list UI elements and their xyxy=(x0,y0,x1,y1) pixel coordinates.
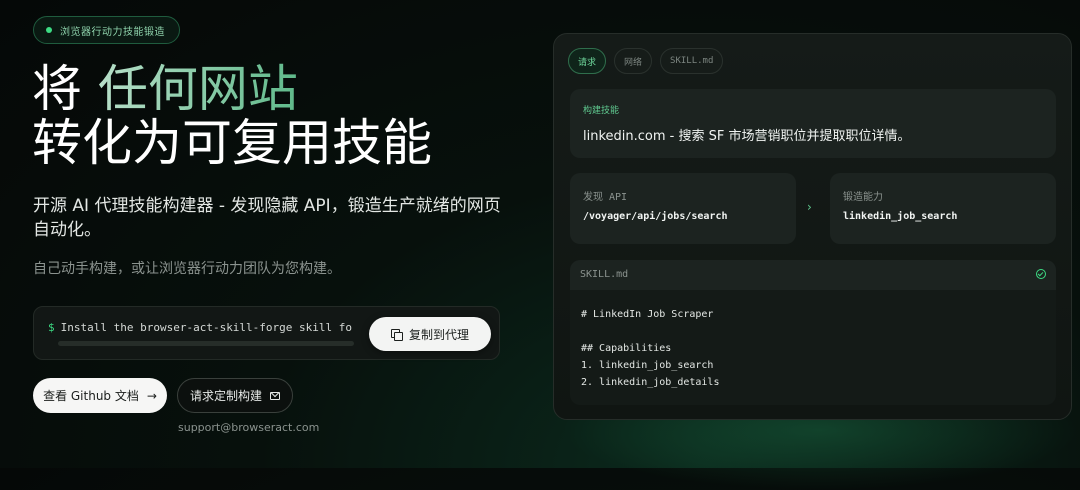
page-title: 将 任何网站 转化为可复用技能 xyxy=(32,62,432,170)
build-skill-value: linkedin.com - 搜索 SF 市场营销职位并提取职位详情。 xyxy=(583,129,911,144)
forge-capability-value: linkedin_job_search xyxy=(843,211,958,222)
discover-api-label: 发现 API xyxy=(583,192,628,203)
forge-capability-label: 锻造能力 xyxy=(843,192,883,203)
title-line-2: 转化为可复用技能 xyxy=(32,114,432,172)
tab-skill-md[interactable]: SKILL.md xyxy=(660,48,724,74)
hero-subtitle: 自己动手构建，或让浏览器行动力团队为您构建。 xyxy=(33,261,341,277)
title-word-1: 将 xyxy=(32,60,82,118)
skill-md-header: SKILL.md xyxy=(570,260,1056,290)
skill-line: # LinkedIn Job Scraper xyxy=(581,309,714,320)
build-skill-card: 构建技能 linkedin.com - 搜索 SF 市场营销职位并提取职位详情。 xyxy=(570,89,1056,158)
github-docs-button[interactable]: 查看 Github 文档 → xyxy=(33,378,167,413)
prompt-symbol: $ xyxy=(48,321,55,334)
skill-line: 2. linkedin_job_details xyxy=(581,377,720,388)
request-custom-build-button[interactable]: 请求定制构建 xyxy=(177,378,293,413)
check-circle-icon xyxy=(1036,269,1046,279)
mail-icon xyxy=(270,391,280,400)
skill-md-filename: SKILL.md xyxy=(580,269,629,280)
badge-text: 浏览器行动力技能锻造 xyxy=(60,26,165,38)
forge-capability-card: 锻造能力 linkedin_job_search xyxy=(830,173,1056,244)
hero-description: 开源 AI 代理技能构建器 - 发现隐藏 API，锻造生产就绪的网页自动化。 xyxy=(33,196,501,240)
copy-button-label: 复制到代理 xyxy=(408,327,469,342)
build-skill-label: 构建技能 xyxy=(583,106,620,116)
skill-line: ## Capabilities xyxy=(581,343,672,354)
copy-to-agent-button[interactable]: 复制到代理 xyxy=(369,317,491,351)
tab-request[interactable]: 请求 xyxy=(568,48,607,74)
install-command-box: $ Install the browser-act-skill-forge ski… xyxy=(33,306,500,360)
github-button-label: 查看 Github 文档 xyxy=(43,389,139,403)
chevron-right-icon: › xyxy=(807,200,812,214)
request-button-label: 请求定制构建 xyxy=(189,389,262,403)
contact-email[interactable]: support@browseract.com xyxy=(178,421,319,434)
discover-api-value: /voyager/api/jobs/search xyxy=(583,211,728,222)
install-command[interactable]: $ Install the browser-act-skill-forge ski… xyxy=(48,321,353,334)
skill-line: 1. linkedin_job_search xyxy=(581,360,714,371)
command-text: Install the browser-act-skill-forge skil… xyxy=(60,321,353,334)
status-dot-icon xyxy=(46,27,52,33)
copy-icon xyxy=(390,329,403,341)
panel-tabs: 请求 网络 SKILL.md xyxy=(568,48,724,74)
tab-network[interactable]: 网络 xyxy=(614,48,653,74)
demo-panel: 请求 网络 SKILL.md 构建技能 linkedin.com - 搜索 SF… xyxy=(553,33,1072,420)
skill-md-preview: SKILL.md # LinkedIn Job Scraper ## Capab… xyxy=(570,260,1056,405)
command-scrollbar[interactable] xyxy=(58,341,354,346)
arrow-right-icon: → xyxy=(146,388,157,403)
title-highlight: 任何网站 xyxy=(97,60,298,118)
discover-api-card: 发现 API /voyager/api/jobs/search xyxy=(570,173,796,244)
hero-badge: 浏览器行动力技能锻造 xyxy=(33,16,180,44)
